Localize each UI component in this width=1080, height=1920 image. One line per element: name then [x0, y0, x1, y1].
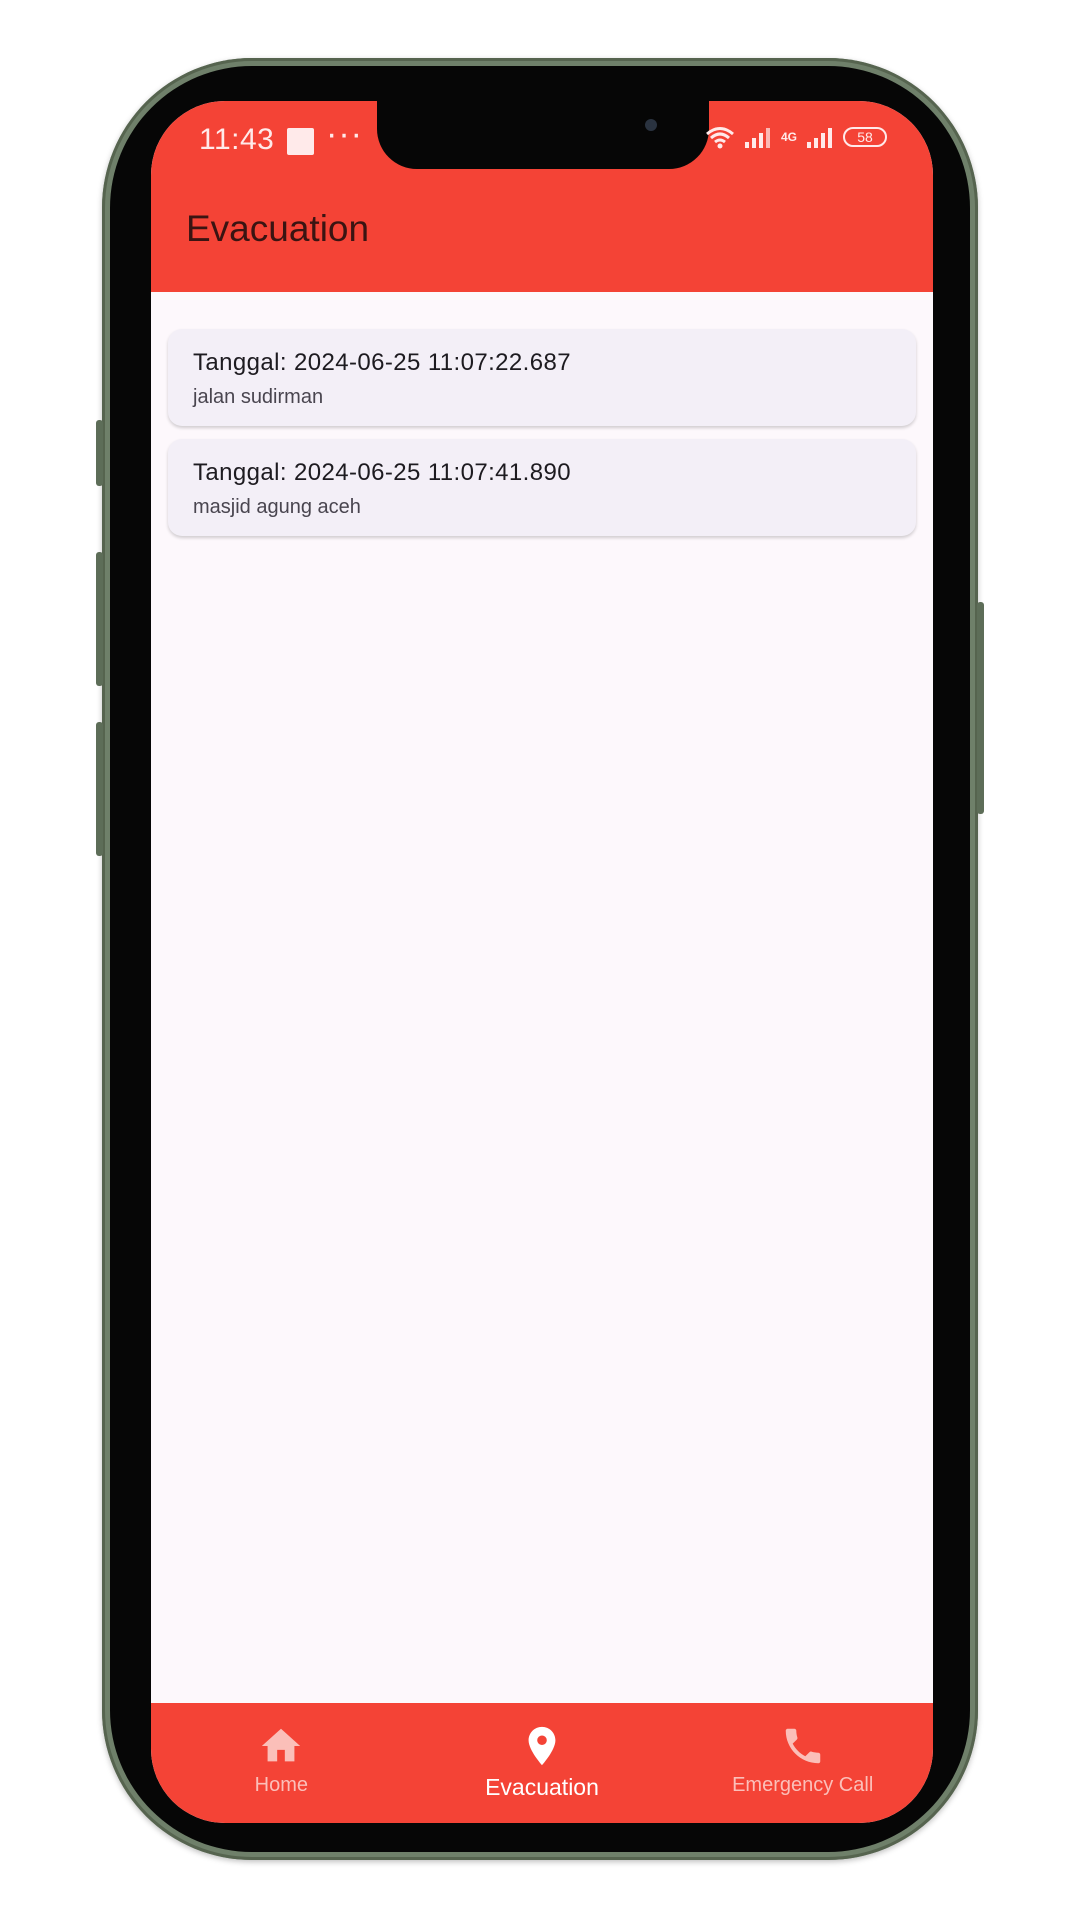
signal-icon: [744, 128, 770, 148]
status-time: 11:43: [199, 123, 275, 156]
more-notifications-icon: ···: [326, 115, 363, 153]
wifi-icon: [706, 127, 734, 149]
status-icons: 4G 58: [705, 125, 887, 149]
front-camera: [645, 119, 657, 131]
page-title: Evacuation: [186, 208, 370, 249]
location-pin-icon: [528, 1726, 556, 1766]
evacuation-date: Tanggal: 2024-06-25 11:07:22.687: [193, 349, 571, 376]
evacuation-location: masjid agung aceh: [193, 496, 361, 518]
battery-level: 58: [857, 129, 873, 145]
power-button: [977, 602, 984, 814]
nav-label-home: Home: [254, 1774, 309, 1796]
device-mockup: 11:43 ··· 4G 58 Evacuation Tanggal: 2024…: [0, 0, 1080, 1920]
notification-icon: [287, 128, 314, 155]
mute-switch: [96, 420, 103, 486]
evacuation-card[interactable]: Tanggal: 2024-06-25 11:07:41.890 masjid …: [168, 439, 916, 536]
evacuation-date: Tanggal: 2024-06-25 11:07:41.890: [193, 459, 571, 486]
evacuation-list: Tanggal: 2024-06-25 11:07:22.687 jalan s…: [168, 329, 916, 549]
display-notch: [377, 101, 709, 169]
bottom-navigation: Home Evacuation Emergency Call: [151, 1703, 933, 1823]
network-type-label: 4G: [780, 130, 797, 144]
nav-label-emergency-call: Emergency Call: [732, 1774, 874, 1796]
volume-down-button: [96, 722, 103, 856]
nav-item-evacuation[interactable]: Evacuation: [412, 1703, 673, 1823]
evacuation-card[interactable]: Tanggal: 2024-06-25 11:07:22.687 jalan s…: [168, 329, 916, 426]
battery-icon: 58: [843, 127, 887, 147]
evacuation-location: jalan sudirman: [193, 386, 324, 408]
nav-item-emergency-call[interactable]: Emergency Call: [672, 1703, 933, 1823]
volume-up-button: [96, 552, 103, 686]
home-icon: [262, 1728, 301, 1762]
app-bar: 11:43 ··· 4G 58 Evacuation: [151, 101, 933, 292]
signal-4g-icon: [807, 128, 832, 148]
nav-label-evacuation: Evacuation: [485, 1774, 599, 1800]
nav-item-home[interactable]: Home: [151, 1703, 412, 1823]
app-screen: 11:43 ··· 4G 58 Evacuation Tanggal: 2024…: [151, 101, 933, 1823]
phone-icon: [785, 1728, 820, 1764]
